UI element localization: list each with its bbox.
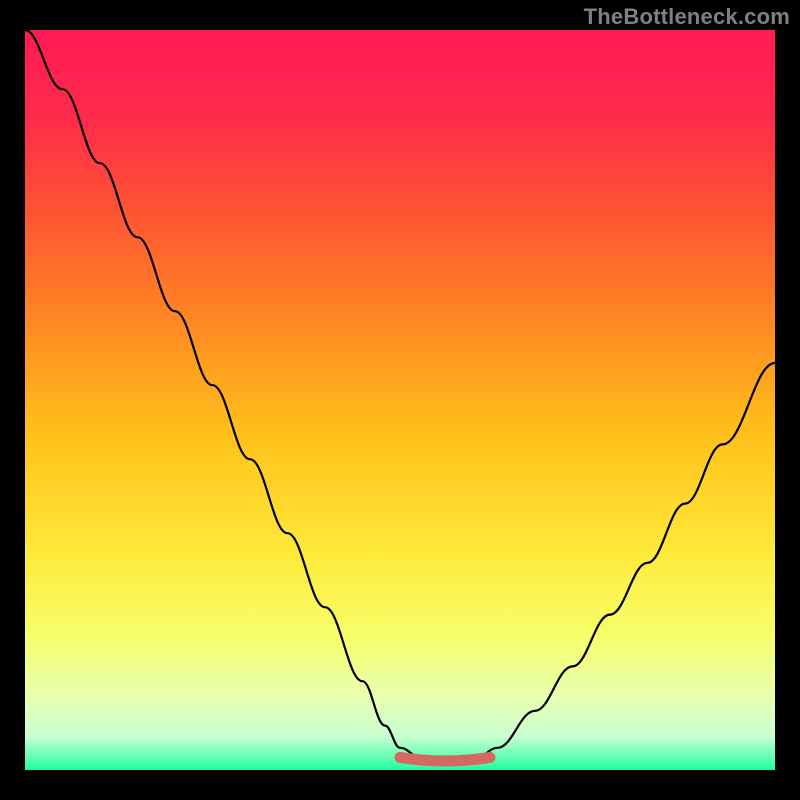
plateau-marker	[400, 757, 490, 761]
chart-frame: TheBottleneck.com	[0, 0, 800, 800]
bottleneck-curve	[25, 30, 775, 761]
watermark-label: TheBottleneck.com	[584, 4, 790, 30]
chart-lines	[25, 30, 775, 770]
plot-area	[25, 30, 775, 770]
